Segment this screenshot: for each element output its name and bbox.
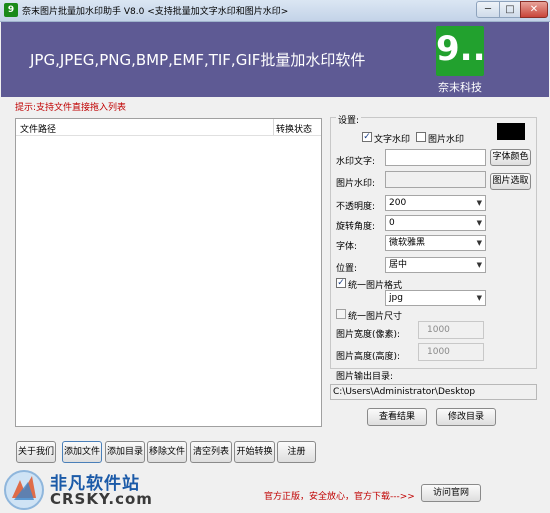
- column-header-status[interactable]: 转换状态: [276, 122, 312, 135]
- drag-hint: 提示:支持文件直接拖入列表: [15, 103, 127, 113]
- watermark-text-input[interactable]: [385, 149, 486, 166]
- add-folder-button[interactable]: 添加目录: [105, 441, 145, 463]
- maximize-button[interactable]: □: [499, 1, 521, 18]
- position-label: 位置:: [336, 264, 358, 274]
- logo-caption: 奈末科技: [438, 81, 482, 94]
- output-dir-label: 图片输出目录:: [336, 372, 394, 382]
- font-value: 微软雅黑: [389, 238, 426, 248]
- register-button[interactable]: 注册: [277, 441, 316, 463]
- opacity-label: 不透明度:: [336, 202, 376, 212]
- about-button[interactable]: 关于我们: [16, 441, 56, 463]
- unify-format-checkbox[interactable]: ✓: [336, 278, 346, 288]
- text-watermark-label: 文字水印: [374, 135, 411, 145]
- chevron-down-icon: ▼: [476, 294, 482, 302]
- image-select-button[interactable]: 图片选取: [490, 173, 531, 190]
- change-dir-button[interactable]: 修改目录: [436, 408, 496, 426]
- app-icon: 9: [4, 3, 18, 17]
- visit-site-button[interactable]: 访问官网: [421, 484, 481, 502]
- chevron-down-icon: ▼: [476, 261, 482, 269]
- chevron-down-icon: ▼: [476, 199, 482, 207]
- unify-size-checkbox[interactable]: [336, 309, 346, 319]
- clear-list-button[interactable]: 清空列表: [190, 441, 232, 463]
- text-watermark-checkbox[interactable]: ✓: [362, 132, 372, 142]
- image-watermark-label: 图片水印: [428, 135, 465, 145]
- format-select[interactable]: jpg ▼: [385, 290, 486, 306]
- add-file-button[interactable]: 添加文件: [62, 441, 102, 463]
- opacity-select[interactable]: 200 ▼: [385, 195, 486, 211]
- height-label: 图片高度(高度):: [336, 352, 401, 362]
- window-title: 奈末图片批量加水印助手 V8.0 <支持批量加文字水印和图片水印>: [22, 7, 289, 17]
- file-list[interactable]: [15, 118, 322, 427]
- view-results-button[interactable]: 查看结果: [367, 408, 427, 426]
- settings-title: 设置:: [336, 113, 362, 126]
- image-watermark-field-label: 图片水印:: [336, 179, 376, 189]
- rotation-select[interactable]: 0 ▼: [385, 215, 486, 231]
- column-divider[interactable]: [273, 119, 274, 135]
- font-label: 字体:: [336, 242, 358, 252]
- site-watermark-logo: [4, 470, 44, 510]
- height-input[interactable]: 1000: [418, 343, 484, 361]
- font-color-button[interactable]: 字体颜色: [490, 149, 531, 166]
- site-watermark-domain: CRSKY.com: [50, 490, 153, 508]
- position-select[interactable]: 居中 ▼: [385, 257, 486, 273]
- image-watermark-path-input[interactable]: [385, 171, 486, 188]
- font-color-swatch[interactable]: [497, 123, 525, 140]
- chevron-down-icon: ▼: [476, 219, 482, 227]
- width-label: 图片宽度(像素):: [336, 330, 401, 340]
- start-convert-button[interactable]: 开始转换: [234, 441, 275, 463]
- font-select[interactable]: 微软雅黑 ▼: [385, 235, 486, 251]
- rotation-label: 旋转角度:: [336, 222, 376, 232]
- width-input[interactable]: 1000: [418, 321, 484, 339]
- chevron-down-icon: ▼: [476, 239, 482, 247]
- minimize-button[interactable]: ─: [476, 1, 500, 18]
- rotation-value: 0: [389, 218, 395, 228]
- footer-note: 官方正版，安全放心，官方下载--->>: [264, 492, 415, 502]
- watermark-text-label: 水印文字:: [336, 157, 376, 167]
- close-button[interactable]: ✕: [520, 1, 548, 18]
- image-watermark-checkbox[interactable]: [416, 132, 426, 142]
- output-path-field[interactable]: C:\Users\Administrator\Desktop: [330, 384, 537, 400]
- banner-headline: JPG,JPEG,PNG,BMP,EMF,TIF,GIF批量加水印软件: [30, 51, 366, 69]
- column-header-path[interactable]: 文件路径: [20, 122, 56, 135]
- remove-file-button[interactable]: 移除文件: [147, 441, 187, 463]
- format-value: jpg: [389, 293, 403, 303]
- position-value: 居中: [389, 260, 408, 270]
- unify-size-label: 统一图片尺寸: [348, 312, 403, 322]
- opacity-value: 200: [389, 198, 407, 208]
- logo-icon: 9..: [436, 29, 486, 69]
